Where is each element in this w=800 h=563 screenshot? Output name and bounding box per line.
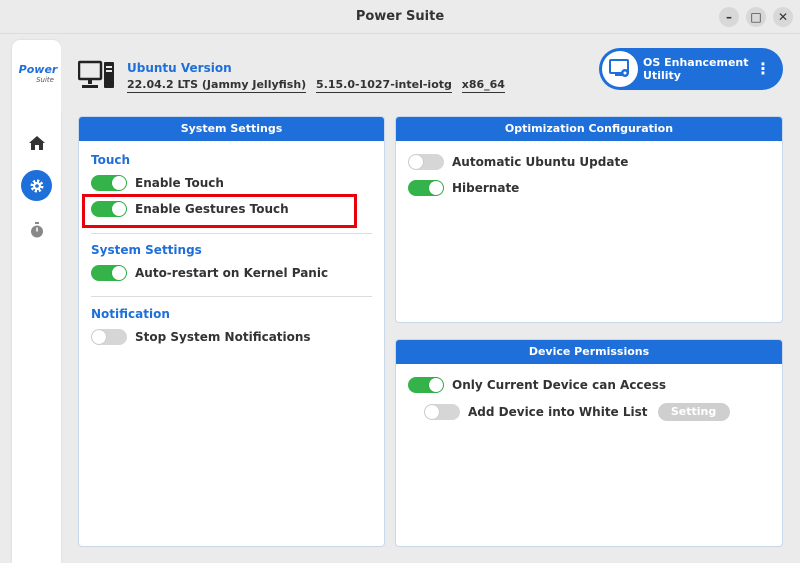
hibernate-toggle[interactable] (408, 180, 444, 196)
auto-update-toggle[interactable] (408, 154, 444, 170)
minimize-button[interactable]: – (719, 7, 739, 27)
nav-timer[interactable] (21, 214, 52, 245)
system-section-title: System Settings (91, 243, 202, 257)
toggle-knob (112, 176, 126, 190)
architecture: x86_64 (461, 78, 505, 93)
toggle-knob (92, 330, 106, 344)
gear-icon (30, 179, 43, 192)
stop-notifications-toggle[interactable] (91, 329, 127, 345)
system-settings-header: System Settings (79, 117, 384, 141)
stop-notifications-label: Stop System Notifications (135, 330, 311, 344)
os-version: 22.04.2 LTS (Jammy Jellyfish) (127, 78, 307, 93)
touch-section-title: Touch (91, 153, 131, 167)
os-enhancement-utility-button[interactable]: OS Enhancement Utility ⋮ (599, 48, 783, 90)
white-list-row: Add Device into White List Setting (424, 403, 730, 421)
auto-restart-row: Auto-restart on Kernel Panic (91, 265, 328, 281)
stop-notifications-row: Stop System Notifications (91, 329, 311, 345)
optimization-header: Optimization Configuration (396, 117, 782, 141)
toggle-knob (429, 181, 443, 195)
os-enhancement-label: OS Enhancement Utility (643, 56, 749, 82)
divider (91, 296, 372, 297)
white-list-toggle[interactable] (424, 404, 460, 420)
optimization-panel: Optimization Configuration Automatic Ubu… (395, 116, 783, 323)
nav-settings[interactable] (21, 170, 52, 201)
close-button[interactable]: ✕ (773, 7, 793, 27)
toggle-knob (429, 378, 443, 392)
nav-home[interactable] (21, 127, 52, 158)
toggle-knob (112, 266, 126, 280)
home-icon (28, 135, 45, 150)
hibernate-row: Hibernate (408, 180, 519, 196)
auto-update-label: Automatic Ubuntu Update (452, 155, 629, 169)
auto-update-row: Automatic Ubuntu Update (408, 154, 628, 170)
app-logo: Power Suite (18, 64, 58, 86)
device-permissions-header: Device Permissions (396, 340, 782, 364)
enable-touch-label: Enable Touch (135, 176, 224, 190)
ubuntu-version-label: Ubuntu Version (127, 61, 232, 75)
kernel-version: 5.15.0-1027-intel-iotg (316, 78, 452, 93)
os-enhancement-line2: Utility (643, 69, 681, 82)
white-list-label: Add Device into White List (468, 405, 648, 419)
only-current-device-label: Only Current Device can Access (452, 378, 666, 392)
only-current-device-row: Only Current Device can Access (408, 377, 666, 393)
os-enhancement-icon (602, 51, 638, 87)
toggle-knob (425, 405, 439, 419)
header: Ubuntu Version 22.04.2 LTS (Jammy Jellyf… (61, 40, 800, 112)
window-title: Power Suite (355, 9, 445, 24)
sidebar: Power Suite (12, 40, 61, 563)
maximize-button[interactable]: □ (746, 7, 766, 27)
title-bar: Power Suite – □ ✕ (0, 0, 800, 34)
version-values: 22.04.2 LTS (Jammy Jellyfish) 5.15.0-102… (127, 78, 511, 93)
toggle-knob (409, 155, 423, 169)
timer-icon (30, 221, 43, 237)
system-settings-panel: System Settings Touch Enable Touch Enabl… (78, 116, 385, 547)
computer-icon (77, 60, 116, 94)
only-current-device-toggle[interactable] (408, 377, 444, 393)
enable-touch-row: Enable Touch (91, 175, 224, 191)
more-options-icon[interactable]: ⋮ (755, 59, 771, 78)
os-enhancement-line1: OS Enhancement (643, 56, 749, 69)
auto-restart-label: Auto-restart on Kernel Panic (135, 266, 329, 280)
hibernate-label: Hibernate (452, 181, 520, 195)
device-permissions-panel: Device Permissions Only Current Device c… (395, 339, 783, 547)
notification-section-title: Notification (91, 307, 170, 321)
white-list-setting-button[interactable]: Setting (657, 403, 730, 421)
enable-touch-toggle[interactable] (91, 175, 127, 191)
divider (91, 233, 372, 234)
logo-subtext: Suite (36, 76, 54, 84)
highlight-box (82, 194, 357, 228)
auto-restart-toggle[interactable] (91, 265, 127, 281)
